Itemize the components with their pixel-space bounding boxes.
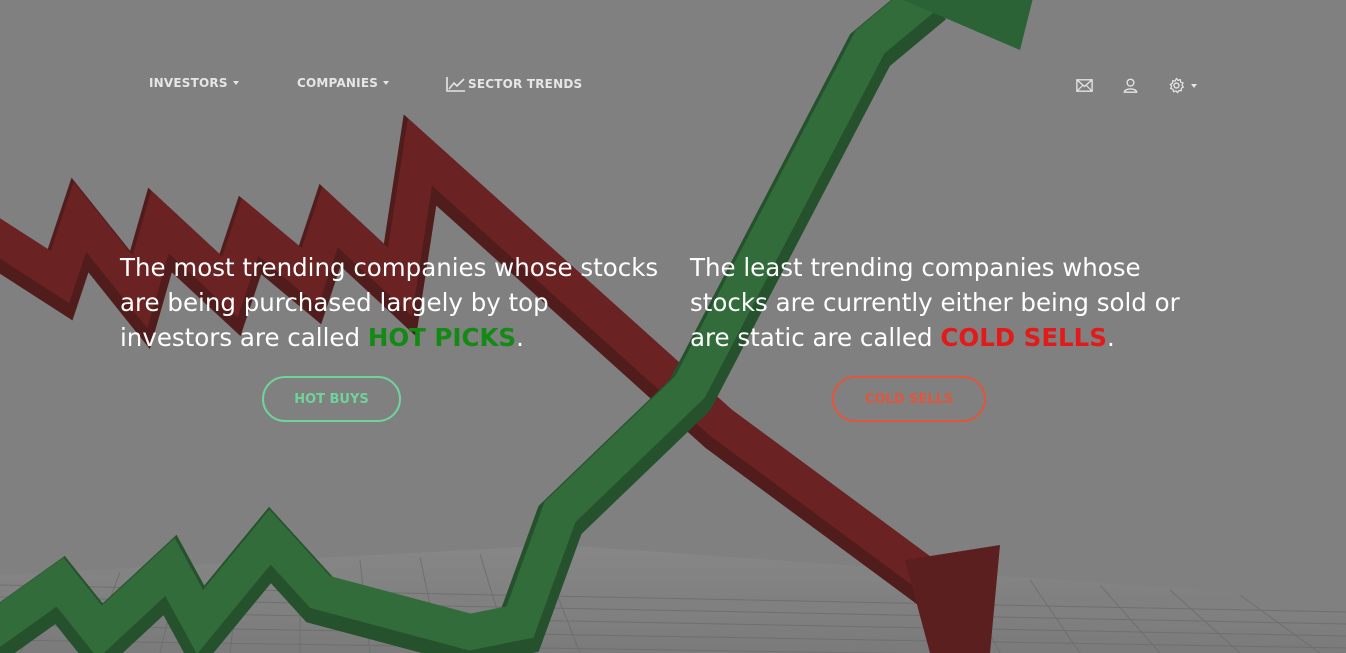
nav-companies-dropdown[interactable]: COMPANIES xyxy=(297,76,390,90)
user-icon xyxy=(1123,78,1138,93)
cold-sells-period: . xyxy=(1106,323,1115,352)
hot-buys-button[interactable]: HOT BUYS xyxy=(262,376,401,422)
settings-dropdown[interactable] xyxy=(1167,76,1197,95)
nav-investors-dropdown[interactable]: INVESTORS xyxy=(149,76,239,90)
nav-sector-trends-label: SECTOR TRENDS xyxy=(468,77,583,91)
top-navbar: INVESTORS COMPANIES SECTOR TRENDS xyxy=(0,70,1346,100)
line-chart-icon xyxy=(446,77,465,92)
cold-sells-highlight: COLD SELLS xyxy=(940,323,1107,352)
hot-picks-description: The most trending companies whose stocks… xyxy=(120,250,665,355)
cold-sells-description: The least trending companies whose stock… xyxy=(690,250,1210,355)
nav-companies-label: COMPANIES xyxy=(297,76,379,90)
nav-investors-label: INVESTORS xyxy=(149,76,228,90)
profile-button[interactable] xyxy=(1121,76,1140,95)
gear-icon xyxy=(1169,77,1185,94)
hot-picks-period: . xyxy=(516,323,524,352)
nav-sector-trends-link[interactable]: SECTOR TRENDS xyxy=(446,76,582,92)
cold-sells-button[interactable]: COLD SELLS xyxy=(832,376,986,422)
chevron-down-icon xyxy=(383,81,390,85)
hot-picks-highlight: HOT PICKS xyxy=(367,323,517,352)
chevron-down-icon xyxy=(1191,83,1197,88)
messages-button[interactable] xyxy=(1075,76,1094,95)
mail-icon xyxy=(1076,79,1093,92)
chevron-down-icon xyxy=(232,81,239,85)
